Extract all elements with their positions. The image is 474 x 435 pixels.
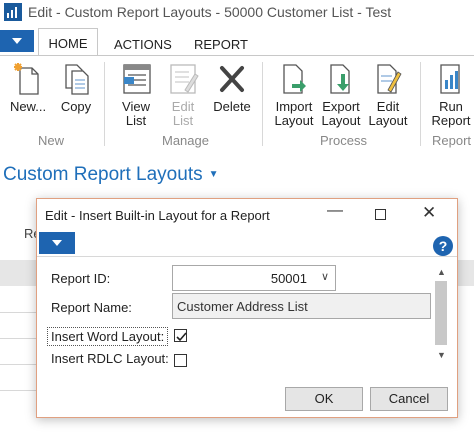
import-layout-label-line1: Import [275, 99, 313, 114]
title-bar: Edit - Custom Report Layouts - 50000 Cus… [0, 0, 474, 26]
group-label-report: Report [432, 133, 472, 148]
help-icon[interactable]: ? [433, 236, 453, 256]
export-layout-label-line2: Layout [321, 113, 361, 128]
copy-icon [65, 64, 89, 95]
dialog-scrollbar[interactable]: ▲ ▼ [433, 265, 449, 365]
insert-word-layout-checkbox[interactable] [174, 329, 187, 342]
close-icon[interactable]: ✕ [422, 203, 436, 223]
group-label-new: New [38, 133, 65, 148]
list-row-divider [0, 364, 40, 365]
insert-rdlc-layout-checkbox[interactable] [174, 354, 187, 367]
app-logo-icon [4, 3, 22, 21]
edit-list-label-line2: List [172, 113, 194, 128]
report-name-field: Customer Address List [172, 293, 431, 319]
edit-layout-label-line1: Edit [376, 99, 400, 114]
new-document-icon [14, 63, 39, 95]
ribbon-tab-bar: HOME ACTIONS REPORT [0, 28, 474, 56]
delete-button[interactable]: Delete [210, 62, 254, 114]
dialog-title: Edit - Insert Built-in Layout for a Repo… [45, 208, 270, 223]
report-id-label: Report ID: [51, 271, 111, 286]
edit-list-button[interactable]: Edit List [163, 62, 203, 128]
list-row-divider [0, 390, 40, 391]
edit-list-icon [170, 64, 199, 94]
insert-layout-dialog: Edit - Insert Built-in Layout for a Repo… [36, 198, 458, 418]
view-list-button[interactable]: View List [116, 62, 156, 128]
view-list-label-line2: List [125, 113, 147, 128]
ribbon-separator [262, 62, 263, 146]
view-list-label-line1: View [122, 99, 150, 114]
page-title[interactable]: Custom Report Layouts ▼ [3, 164, 219, 186]
export-layout-label-line1: Export [322, 99, 360, 114]
edit-layout-label-line2: Layout [368, 113, 408, 128]
edit-list-label-line1: Edit [171, 99, 195, 114]
group-label-manage: Manage [162, 133, 209, 148]
ribbon-separator [420, 62, 421, 146]
page-title-text: Custom Report Layouts [3, 164, 203, 185]
delete-button-label: Delete [213, 99, 251, 114]
cancel-button[interactable]: Cancel [370, 387, 448, 411]
list-row-divider [0, 338, 40, 339]
insert-word-layout-label: Insert Word Layout: [47, 327, 169, 346]
new-button[interactable]: New... [8, 62, 48, 114]
scrollbar-thumb[interactable] [435, 281, 447, 345]
export-layout-button[interactable]: Export Layout [319, 62, 363, 128]
view-list-icon [123, 64, 151, 94]
run-report-button[interactable]: Run Report [430, 62, 472, 128]
import-layout-label-line2: Layout [274, 113, 314, 128]
delete-icon [220, 66, 244, 92]
chevron-down-icon [12, 38, 22, 44]
run-report-label-line2: Report [431, 113, 471, 128]
export-layout-icon [330, 64, 350, 94]
report-id-field[interactable]: 50001 ∨ [172, 265, 336, 291]
run-report-label-line1: Run [439, 99, 463, 114]
import-layout-button[interactable]: Import Layout [272, 62, 316, 128]
run-report-icon [440, 64, 460, 94]
ribbon-separator [104, 62, 105, 146]
copy-button[interactable]: Copy [56, 62, 96, 114]
copy-button-label: Copy [60, 99, 92, 114]
report-name-value: Customer Address List [177, 299, 308, 314]
chevron-down-icon[interactable]: ∨ [321, 270, 329, 283]
dialog-menu-button[interactable] [39, 232, 75, 254]
ok-button[interactable]: OK [285, 387, 363, 411]
list-row-divider [0, 312, 40, 313]
dialog-divider [37, 256, 457, 257]
report-id-value: 50001 [270, 271, 307, 286]
chevron-down-icon: ▼ [208, 169, 219, 181]
maximize-icon[interactable] [375, 209, 386, 220]
app-menu-button[interactable] [0, 30, 34, 52]
scroll-down-icon[interactable]: ▼ [437, 350, 446, 360]
window-title: Edit - Custom Report Layouts - 50000 Cus… [28, 4, 392, 20]
edit-layout-button[interactable]: Edit Layout [366, 62, 410, 128]
tab-actions[interactable]: ACTIONS [114, 37, 172, 52]
minimize-icon[interactable]: — [327, 202, 343, 220]
chevron-down-icon [52, 240, 62, 246]
report-name-label: Report Name: [51, 300, 132, 315]
ribbon: New... Copy New View List Edit List Dele… [0, 56, 474, 152]
new-button-label: New... [9, 99, 47, 114]
import-layout-icon [283, 64, 306, 94]
edit-layout-icon [377, 64, 402, 94]
group-label-process: Process [320, 133, 367, 148]
insert-rdlc-layout-label: Insert RDLC Layout: [51, 351, 169, 366]
checkmark-icon [176, 332, 187, 342]
scroll-up-icon[interactable]: ▲ [437, 267, 446, 277]
tab-home[interactable]: HOME [38, 28, 98, 56]
tab-report[interactable]: REPORT [194, 37, 248, 52]
